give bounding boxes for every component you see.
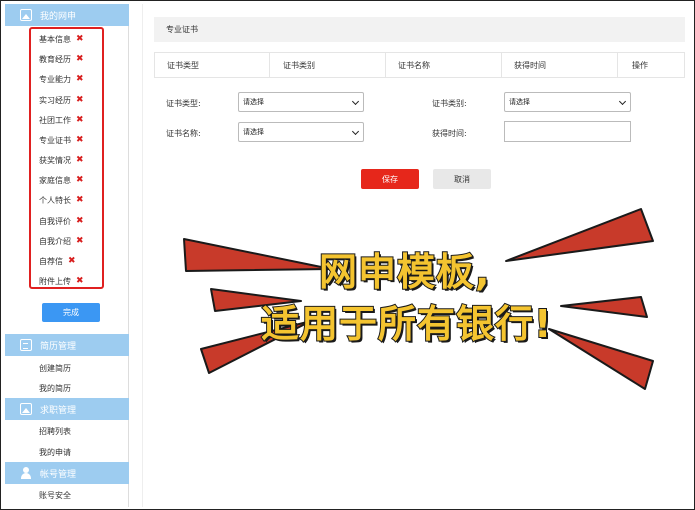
cert-type-select[interactable]: 请选择 bbox=[238, 92, 364, 112]
user-icon bbox=[20, 467, 32, 479]
incomplete-icon: ✖ bbox=[76, 34, 84, 44]
sidebar-item-label: 基本信息 bbox=[39, 35, 71, 44]
sidebar-item-club-work[interactable]: 社团工作 ✖ bbox=[39, 115, 84, 126]
incomplete-icon: ✖ bbox=[76, 155, 84, 165]
sidebar-section-account[interactable]: 帐号管理 bbox=[5, 462, 129, 484]
sidebar-item-label: 专业证书 bbox=[39, 136, 71, 145]
sidebar-section-my-application[interactable]: 我的网申 bbox=[5, 4, 129, 26]
sidebar-item-label: 家庭信息 bbox=[39, 176, 71, 185]
sidebar: 我的网申 基本信息 ✖ 教育经历 ✖ 专业能力 ✖ 实习经历 ✖ 社团工作 ✖ … bbox=[5, 4, 129, 507]
sidebar-item-attachments[interactable]: 附件上传 ✖ bbox=[39, 276, 84, 287]
cert-category-select[interactable]: 请选择 bbox=[504, 92, 631, 112]
image-icon bbox=[20, 403, 32, 415]
document-icon bbox=[20, 339, 32, 351]
select-value: 请选择 bbox=[509, 98, 530, 106]
table-header: 证书类型 证书类别 证书名称 获得时间 操作 bbox=[154, 52, 685, 78]
sidebar-item-self-evaluation[interactable]: 自我评价 ✖ bbox=[39, 216, 84, 227]
sidebar-item-self-intro[interactable]: 自我介绍 ✖ bbox=[39, 236, 84, 247]
sidebar-item-education[interactable]: 教育经历 ✖ bbox=[39, 54, 84, 65]
incomplete-icon: ✖ bbox=[76, 135, 84, 145]
incomplete-icon: ✖ bbox=[76, 54, 84, 64]
cancel-button[interactable]: 取消 bbox=[433, 169, 491, 189]
sidebar-item-talents[interactable]: 个人特长 ✖ bbox=[39, 195, 84, 206]
sidebar-item-label: 自荐信 bbox=[39, 257, 63, 266]
sidebar-item-my-resume[interactable]: 我的简历 bbox=[39, 383, 71, 394]
column-header: 证书类别 bbox=[270, 53, 386, 77]
obtain-time-input[interactable] bbox=[504, 121, 631, 142]
select-value: 请选择 bbox=[243, 128, 264, 136]
sidebar-section-title: 求职管理 bbox=[40, 405, 77, 416]
chevron-down-icon bbox=[351, 127, 360, 136]
done-button[interactable]: 完成 bbox=[42, 303, 100, 322]
sidebar-section-title: 帐号管理 bbox=[40, 469, 77, 480]
incomplete-icon: ✖ bbox=[76, 276, 84, 286]
main-panel: 专业证书 证书类型 证书类别 证书名称 获得时间 操作 证书类型: 请选择 证书… bbox=[142, 4, 692, 507]
column-header: 获得时间 bbox=[502, 53, 618, 77]
incomplete-icon: ✖ bbox=[76, 74, 84, 84]
column-header: 操作 bbox=[632, 60, 648, 70]
obtain-time-label: 获得时间: bbox=[432, 129, 467, 138]
incomplete-icon: ✖ bbox=[76, 95, 84, 105]
sidebar-item-family[interactable]: 家庭信息 ✖ bbox=[39, 175, 84, 186]
sidebar-item-job-list[interactable]: 招聘列表 bbox=[39, 426, 71, 437]
sidebar-item-cover-letter[interactable]: 自荐信 ✖ bbox=[39, 256, 76, 267]
sidebar-item-label: 社团工作 bbox=[39, 116, 71, 125]
column-header: 证书类型 bbox=[155, 53, 270, 77]
sidebar-item-awards[interactable]: 获奖情况 ✖ bbox=[39, 155, 84, 166]
sidebar-item-label: 教育经历 bbox=[39, 55, 71, 64]
column-header: 证书名称 bbox=[386, 53, 502, 77]
incomplete-icon: ✖ bbox=[76, 216, 84, 226]
sidebar-item-label: 实习经历 bbox=[39, 96, 71, 105]
cert-category-label: 证书类别: bbox=[432, 99, 467, 108]
image-icon bbox=[20, 9, 32, 21]
incomplete-icon: ✖ bbox=[76, 195, 84, 205]
sidebar-section-resume[interactable]: 简历管理 bbox=[5, 334, 129, 356]
cert-name-label: 证书名称: bbox=[166, 129, 201, 138]
sidebar-section-job[interactable]: 求职管理 bbox=[5, 398, 129, 420]
cert-type-label: 证书类型: bbox=[166, 99, 201, 108]
panel-title: 专业证书 bbox=[154, 17, 685, 42]
screenshot-frame: 我的网申 基本信息 ✖ 教育经历 ✖ 专业能力 ✖ 实习经历 ✖ 社团工作 ✖ … bbox=[0, 0, 695, 510]
chevron-down-icon bbox=[351, 97, 360, 106]
sidebar-section-title: 我的网申 bbox=[40, 11, 77, 22]
chevron-down-icon bbox=[618, 97, 627, 106]
sidebar-item-label: 自我介绍 bbox=[39, 237, 71, 246]
sidebar-item-skills[interactable]: 专业能力 ✖ bbox=[39, 74, 84, 85]
sidebar-item-label: 专业能力 bbox=[39, 75, 71, 84]
cert-name-select[interactable]: 请选择 bbox=[238, 122, 364, 142]
save-button[interactable]: 保存 bbox=[361, 169, 419, 189]
incomplete-icon: ✖ bbox=[76, 175, 84, 185]
sidebar-item-label: 获奖情况 bbox=[39, 156, 71, 165]
sidebar-item-internship[interactable]: 实习经历 ✖ bbox=[39, 95, 84, 106]
sidebar-item-label: 附件上传 bbox=[39, 277, 71, 286]
sidebar-item-label: 自我评价 bbox=[39, 217, 71, 226]
incomplete-icon: ✖ bbox=[76, 236, 84, 246]
sidebar-item-my-applications[interactable]: 我的申请 bbox=[39, 447, 71, 458]
sidebar-item-label: 个人特长 bbox=[39, 196, 71, 205]
sidebar-item-certificates[interactable]: 专业证书 ✖ bbox=[39, 135, 84, 146]
sidebar-item-basic-info[interactable]: 基本信息 ✖ bbox=[39, 34, 84, 45]
sidebar-item-account-security[interactable]: 账号安全 bbox=[39, 490, 71, 501]
select-value: 请选择 bbox=[243, 98, 264, 106]
incomplete-icon: ✖ bbox=[68, 256, 76, 266]
sidebar-item-create-resume[interactable]: 创建简历 bbox=[39, 363, 71, 374]
sidebar-section-title: 简历管理 bbox=[40, 341, 77, 352]
incomplete-icon: ✖ bbox=[76, 115, 84, 125]
